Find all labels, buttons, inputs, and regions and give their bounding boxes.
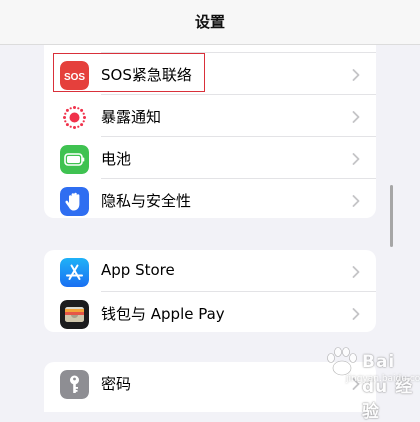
nav-bar: 设置 <box>0 0 420 45</box>
chevron-right-icon <box>352 308 360 320</box>
chevron-right-icon <box>352 69 360 81</box>
wallet-icon <box>60 300 89 329</box>
row-label: 隐私与安全性 <box>101 192 192 210</box>
highlight-box <box>53 53 205 92</box>
key-icon <box>60 370 89 399</box>
row-label: App Store <box>101 261 175 279</box>
exposure-notification-icon <box>60 103 89 132</box>
app-store-icon <box>60 258 89 287</box>
scroll-indicator[interactable] <box>390 185 393 247</box>
chevron-right-icon <box>352 195 360 207</box>
settings-group-3: 密码 <box>44 362 376 412</box>
row-wallet-apple-pay[interactable]: 钱包与 Apple Pay <box>44 292 376 332</box>
row-exposure-notifications[interactable]: 暴露通知 <box>44 95 376 136</box>
row-privacy-security[interactable]: 隐私与安全性 <box>44 179 376 218</box>
chevron-right-icon <box>352 111 360 123</box>
hand-icon <box>60 187 89 216</box>
battery-icon <box>60 145 89 174</box>
row-label: 暴露通知 <box>101 108 162 126</box>
chevron-right-icon <box>352 153 360 165</box>
row-label: 密码 <box>101 375 132 393</box>
settings-group-2: App Store 钱包与 Apple Pay <box>44 250 376 332</box>
row-label: 电池 <box>101 150 132 168</box>
row-passwords[interactable]: 密码 <box>44 362 376 403</box>
chevron-right-icon <box>352 266 360 278</box>
row-label: 钱包与 Apple Pay <box>101 305 225 323</box>
page-title: 设置 <box>194 13 225 31</box>
row-battery[interactable]: 电池 <box>44 137 376 178</box>
row-app-store[interactable]: App Store <box>44 250 376 291</box>
chevron-right-icon <box>352 378 360 390</box>
